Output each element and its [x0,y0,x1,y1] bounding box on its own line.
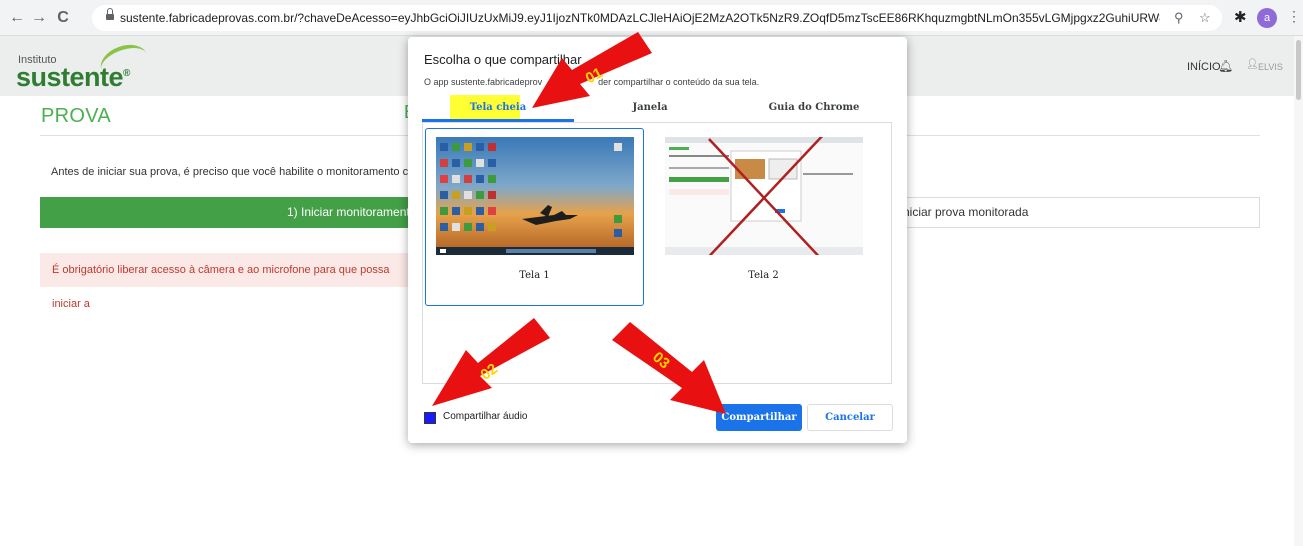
tab-window[interactable]: Janela [574,95,726,121]
screen-2-thumbnail [665,137,863,255]
browser-toolbar: ← → C sustente.fabricadeprovas.com.br/?c… [0,0,1303,36]
page-title: PROVA [41,105,112,127]
camera-warning-alert: É obrigatório liberar acesso à câmera e … [40,253,420,310]
intro-text: Antes de iniciar sua prova, é preciso qu… [51,166,468,178]
dialog-title: Escolha o que compartilhar [424,52,582,67]
start-exam-button[interactable]: niciar prova monitorada [880,197,1260,228]
bookmark-star-icon[interactable]: ☆ [1199,10,1211,26]
user-name[interactable]: ELVIS [1258,62,1283,72]
desktop-preview-image [436,137,634,255]
share-audio-checkbox[interactable] [424,412,436,424]
dialog-subtitle: O app sustente.fabricadeprov der comparti… [424,77,759,87]
dialog-subtitle-end: der compartilhar o conteúdo da sua tela. [598,77,760,87]
share-audio-label[interactable]: Compartilhar áudio [443,411,528,422]
url-text[interactable]: sustente.fabricadeprovas.com.br/?chaveDe… [120,10,1160,26]
screen-option-2[interactable]: Tela 2 [654,128,873,306]
nav-home-link[interactable]: INÍCIO [1187,61,1221,73]
screen-1-thumbnail [436,137,634,255]
extensions-puzzle-icon[interactable]: ✱ [1234,8,1247,26]
screen-1-label: Tela 1 [519,270,550,281]
bell-icon[interactable]: 🔔︎ [1218,59,1233,73]
lock-icon[interactable] [106,8,114,22]
tab-fullscreen[interactable]: Tela cheia [422,95,574,121]
screen-list: Tela 1 Tela 2 [422,123,892,384]
tab-chrome-tab[interactable]: Guia do Chrome [738,95,890,121]
screen-2-label: Tela 2 [748,270,779,281]
forward-arrow-icon[interactable]: → [30,9,48,27]
browser-preview-image [665,137,863,255]
scrollbar-thumb[interactable] [1296,40,1301,100]
screen-option-1[interactable]: Tela 1 [425,128,644,306]
reload-icon[interactable]: C [54,9,72,27]
zoom-icon[interactable]: ⚲ [1174,10,1184,26]
more-menu-icon[interactable]: ⋮ [1287,8,1301,25]
profile-avatar[interactable]: a [1257,8,1277,28]
cancel-button[interactable]: Cancelar [807,404,893,431]
scrollbar-track[interactable] [1294,36,1303,546]
start-monitoring-button[interactable]: 1) Iniciar monitoramento [40,197,420,228]
dialog-subtitle-start: O app sustente.fabricadeprov [424,77,543,87]
share-button[interactable]: Compartilhar [716,404,802,431]
user-icon[interactable]: 👤︎ [1246,59,1259,70]
back-arrow-icon[interactable]: ← [8,9,26,27]
address-bar[interactable]: sustente.fabricadeprovas.com.br/?chaveDe… [92,5,1222,31]
share-screen-dialog: Escolha o que compartilhar O app sustent… [408,37,907,443]
